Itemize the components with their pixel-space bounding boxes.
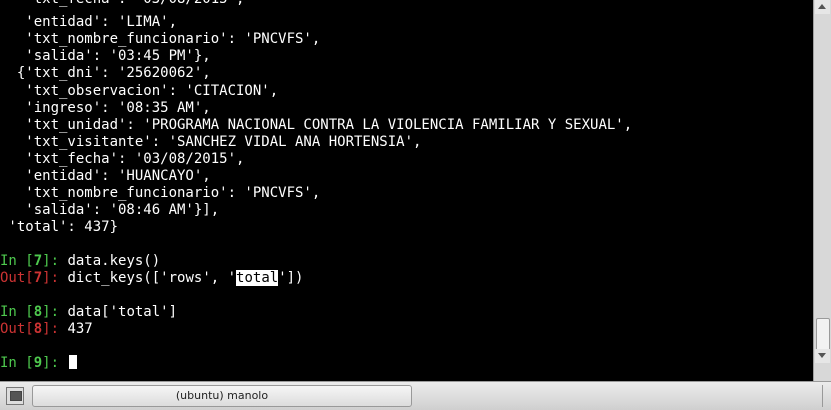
output-line: 'txt_observacion': 'CITACION', [0, 83, 279, 99]
output-line: 'txt_fecha': '03/08/2015', [0, 151, 245, 167]
output-line: 'entidad': 'LIMA', [0, 14, 178, 30]
scroll-up-button[interactable] [815, 0, 830, 14]
output-line: 'salida': '03:45 PM'}, [0, 48, 211, 64]
output-line: {'txt_dni': '25620062', [0, 65, 211, 81]
output-line: 'entidad': 'HUANCAYO', [0, 168, 211, 184]
taskbar-separator [822, 385, 829, 407]
text-cursor [69, 355, 78, 369]
output-line: 'txt_visitante': 'SANCHEZ VIDAL ANA HORT… [0, 134, 422, 150]
output-line: 'txt_fecha': '03/08/2015', [0, 0, 244, 8]
output-prompt-8: Out[8]: 437 [0, 321, 93, 337]
taskbar: (ubuntu) manolo [0, 381, 831, 410]
output-line: 'total': 437} [0, 219, 119, 235]
selected-text[interactable]: total [236, 270, 279, 286]
output-line: 'salida': '08:46 AM'}], [0, 202, 220, 218]
vertical-scrollbar[interactable] [813, 0, 831, 381]
scroll-down-button[interactable] [815, 349, 830, 363]
terminal-output[interactable]: 'txt_fecha': '03/08/2015', 'entidad': 'L… [0, 0, 813, 381]
show-desktop-icon[interactable] [6, 387, 24, 405]
output-prompt-7: Out[7]: dict_keys(['rows', 'total']) [0, 270, 304, 286]
scrollbar-thumb[interactable] [816, 318, 830, 352]
input-prompt-9[interactable]: In [9]: [0, 355, 78, 372]
taskbar-window-button[interactable]: (ubuntu) manolo [32, 385, 412, 407]
output-line: 'ingreso': '08:35 AM', [0, 100, 211, 116]
arrow-down-icon [818, 353, 826, 358]
input-prompt-8: In [8]: data['total'] [0, 304, 178, 320]
input-prompt-7: In [7]: data.keys() [0, 253, 161, 269]
output-line: 'txt_nombre_funcionario': 'PNCVFS', [0, 185, 321, 201]
output-line: 'txt_nombre_funcionario': 'PNCVFS', [0, 31, 321, 47]
input-code: data['total'] [67, 304, 178, 320]
arrow-up-icon [818, 4, 826, 9]
output-line: 'txt_unidad': 'PROGRAMA NACIONAL CONTRA … [0, 117, 633, 133]
input-code: data.keys() [67, 253, 161, 269]
